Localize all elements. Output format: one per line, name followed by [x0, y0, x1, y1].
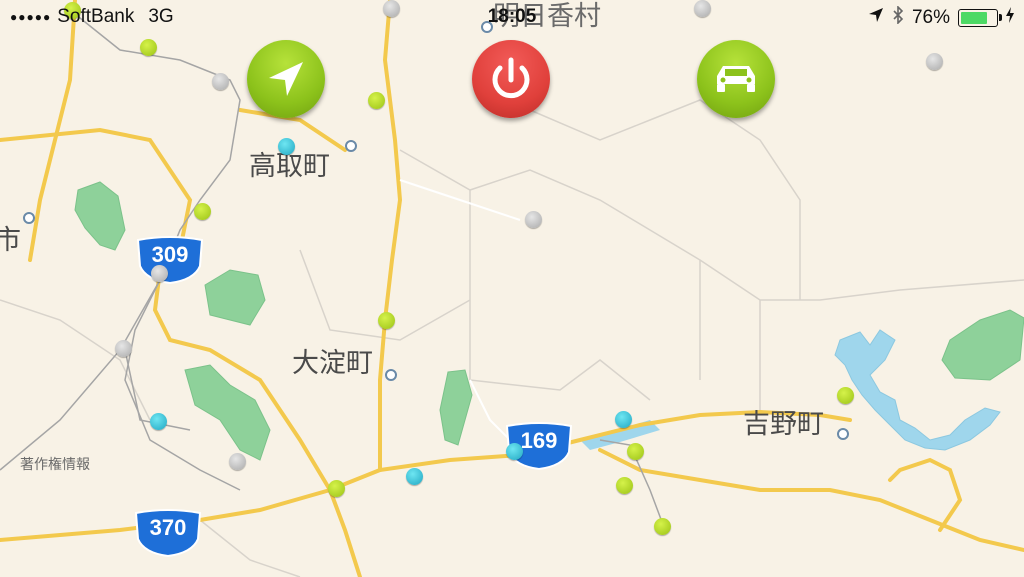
stop-marker[interactable]	[368, 92, 385, 109]
stop-marker[interactable]	[212, 73, 229, 90]
battery-icon	[958, 9, 1002, 27]
stop-marker[interactable]	[115, 340, 132, 357]
town-marker	[23, 212, 35, 224]
stop-marker[interactable]	[378, 312, 395, 329]
stop-marker[interactable]	[525, 211, 542, 228]
location-arrow-icon	[269, 62, 303, 96]
car-button[interactable]	[697, 40, 775, 118]
stop-marker[interactable]	[150, 413, 167, 430]
stop-marker[interactable]	[278, 138, 295, 155]
stop-marker[interactable]	[616, 477, 633, 494]
stop-marker[interactable]	[406, 468, 423, 485]
map-label-yoshino: 吉野町	[743, 409, 824, 440]
map-label-city-fragment: 市	[0, 225, 21, 256]
location-services-icon	[868, 7, 884, 29]
locate-button[interactable]	[247, 40, 325, 118]
stop-marker[interactable]	[926, 53, 943, 70]
town-marker	[385, 369, 397, 381]
bluetooth-icon	[892, 5, 904, 30]
stop-marker[interactable]	[140, 39, 157, 56]
stop-marker[interactable]	[151, 265, 168, 282]
status-bar: ●●●●● SoftBank 3G 18:05 76%	[0, 0, 1024, 36]
stop-marker[interactable]	[837, 387, 854, 404]
copyright-link[interactable]: 著作権情報	[20, 454, 90, 474]
stop-marker[interactable]	[627, 443, 644, 460]
town-marker	[837, 428, 849, 440]
route-shield-370: 370	[132, 509, 204, 558]
map-label-oyodo: 大淀町	[292, 348, 373, 379]
charging-icon	[1006, 7, 1014, 29]
stop-marker[interactable]	[654, 518, 671, 535]
stop-marker[interactable]	[615, 411, 632, 428]
town-marker	[345, 140, 357, 152]
stop-marker[interactable]	[194, 203, 211, 220]
stop-marker[interactable]	[229, 453, 246, 470]
route-shield-309: 309	[134, 236, 206, 285]
stop-marker[interactable]	[328, 480, 345, 497]
stop-marker[interactable]	[506, 443, 523, 460]
power-button[interactable]	[472, 40, 550, 118]
battery-percent: 76%	[911, 7, 950, 28]
power-icon	[492, 57, 530, 99]
car-icon	[717, 66, 755, 92]
